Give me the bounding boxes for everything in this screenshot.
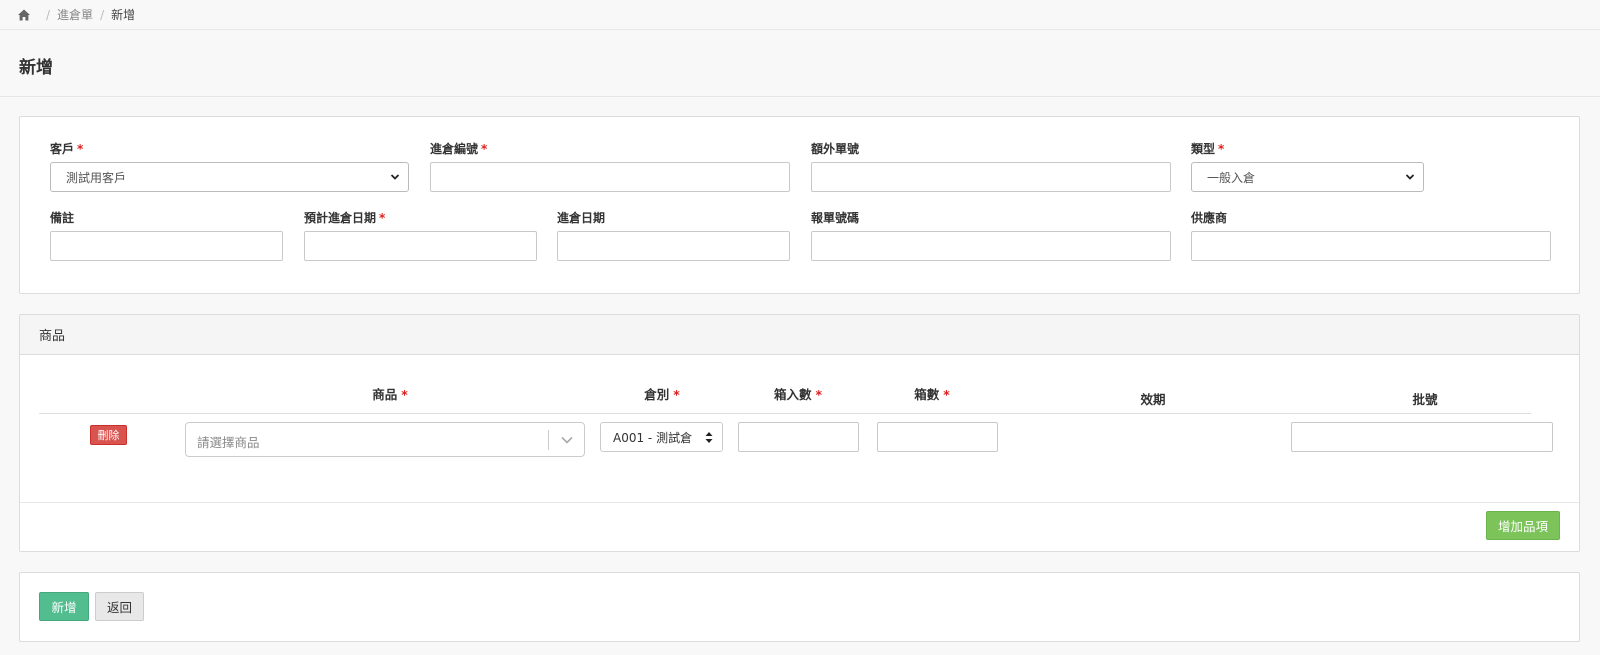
delete-row-button[interactable]: 刪除: [90, 425, 127, 445]
breadcrumb: / 進倉單 / 新增: [0, 0, 1600, 30]
products-panel-footer: 增加品項: [20, 502, 1579, 551]
expected-date-label: 預計進倉日期 *: [304, 211, 386, 225]
type-select-value: 一般入倉: [1207, 170, 1256, 185]
col-expiry: 效期: [1140, 392, 1166, 407]
chevron-down-icon[interactable]: [560, 434, 574, 446]
declaration-no-label: 報單號碼: [811, 211, 860, 225]
actions-panel: 新增 返回: [19, 572, 1580, 642]
type-label: 類型 *: [1191, 142, 1225, 156]
col-product: 商品 *: [372, 387, 408, 402]
warehouse-select[interactable]: A001 - 測試倉: [600, 422, 723, 452]
select-divider: [548, 430, 549, 450]
batch-no-input[interactable]: [1291, 422, 1553, 452]
supplier-label: 供應商: [1191, 211, 1228, 225]
note-input[interactable]: [50, 231, 283, 261]
product-select[interactable]: 請選擇商品: [185, 422, 585, 457]
breadcrumb-separator: /: [46, 7, 51, 22]
inbound-no-label: 進倉編號 *: [430, 142, 488, 156]
per-box-input[interactable]: [738, 422, 859, 452]
warehouse-select-value: A001 - 測試倉: [613, 430, 693, 445]
col-batch: 批號: [1412, 392, 1438, 407]
type-select[interactable]: 一般入倉: [1191, 162, 1424, 192]
declaration-no-input[interactable]: [811, 231, 1171, 261]
page-title: 新增: [19, 58, 53, 78]
extra-no-label: 額外單號: [811, 142, 860, 156]
breadcrumb-inbound-orders[interactable]: 進倉單: [57, 6, 93, 23]
col-per-box: 箱入數 *: [773, 387, 823, 402]
box-count-input[interactable]: [877, 422, 998, 452]
inbound-no-input[interactable]: [430, 162, 790, 192]
col-box-count: 箱數 *: [914, 387, 950, 402]
order-form-panel: 客戶 * 測試用客戶 進倉編號 * 額外單號 類型 * 一般入倉 備註 預計進倉日期 *…: [19, 116, 1580, 294]
back-button[interactable]: 返回: [95, 592, 144, 621]
inbound-date-input[interactable]: [557, 231, 790, 261]
customer-label: 客戶 *: [50, 142, 84, 156]
expected-date-input[interactable]: [304, 231, 537, 261]
customer-select-value: 測試用客戶: [66, 170, 127, 185]
table-header-divider: [39, 413, 1531, 414]
submit-button[interactable]: 新增: [39, 592, 89, 621]
products-panel: 商品 商品 * 倉別 * 箱入數 * 箱數 * 效期 批號 刪除 請選擇商品 A001 …: [19, 314, 1580, 552]
sort-updown-icon: [705, 432, 713, 443]
products-panel-heading: 商品: [20, 315, 1579, 355]
add-item-button[interactable]: 增加品項: [1486, 511, 1560, 540]
chevron-down-icon: [1405, 174, 1415, 180]
extra-no-input[interactable]: [811, 162, 1171, 192]
page-header: 新增: [0, 31, 1600, 97]
inbound-date-label: 進倉日期: [557, 211, 606, 225]
breadcrumb-current: 新增: [111, 8, 136, 22]
breadcrumb-separator: /: [100, 7, 105, 22]
note-label: 備註: [50, 211, 75, 225]
col-warehouse: 倉別 *: [644, 387, 680, 402]
product-select-placeholder: 請選擇商品: [197, 435, 260, 450]
chevron-down-icon: [390, 174, 400, 180]
supplier-input[interactable]: [1191, 231, 1551, 261]
customer-select[interactable]: 測試用客戶: [50, 162, 409, 192]
home-icon[interactable]: [17, 8, 31, 22]
